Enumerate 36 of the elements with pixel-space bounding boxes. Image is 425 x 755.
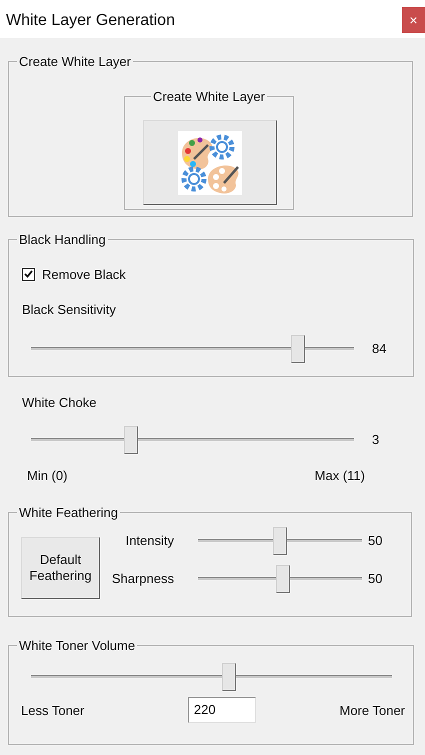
less-toner-label: Less Toner <box>21 702 84 720</box>
group-title: White Feathering <box>18 504 119 522</box>
group-title: Create White Layer <box>152 88 266 106</box>
group-title: Create White Layer <box>18 53 132 71</box>
slider[interactable] <box>31 334 354 362</box>
min-label: Min (0) <box>27 466 68 485</box>
slider-label: Black Sensitivity <box>22 301 117 319</box>
slider-thumb[interactable] <box>273 526 287 554</box>
slider[interactable] <box>198 564 362 592</box>
close-button[interactable]: × <box>402 7 425 33</box>
checkbox[interactable] <box>22 268 35 281</box>
window-title: White Layer Generation <box>6 11 175 31</box>
slider-label: Sharpness <box>110 570 175 588</box>
slider-thumb[interactable] <box>276 564 290 592</box>
slider-label: Intensity <box>124 532 175 550</box>
slider-value: 50 <box>368 570 382 588</box>
slider[interactable] <box>198 526 362 554</box>
checkbox-label: Remove Black <box>42 266 126 284</box>
check-icon <box>24 270 33 278</box>
slider-value: 84 <box>372 340 386 358</box>
slider[interactable] <box>31 662 392 690</box>
slider-thumb[interactable] <box>222 662 236 690</box>
slider-thumb[interactable] <box>290 334 305 362</box>
slider-value: 3 <box>372 430 380 449</box>
group-title: Black Handling <box>18 231 107 249</box>
more-toner-label: More Toner <box>339 702 405 720</box>
palette-gear-icon <box>178 130 242 194</box>
toner-input[interactable]: 220 <box>188 696 256 722</box>
slider-thumb[interactable] <box>124 426 138 454</box>
group-title: White Toner Volume <box>18 637 136 655</box>
slider-label: White Choke <box>22 394 96 412</box>
default-feathering-button[interactable]: Default Feathering <box>21 536 100 598</box>
slider-value: 50 <box>368 532 382 550</box>
max-label: Max (11) <box>314 466 365 485</box>
create-layer-button[interactable] <box>143 120 277 205</box>
slider[interactable] <box>31 426 354 454</box>
